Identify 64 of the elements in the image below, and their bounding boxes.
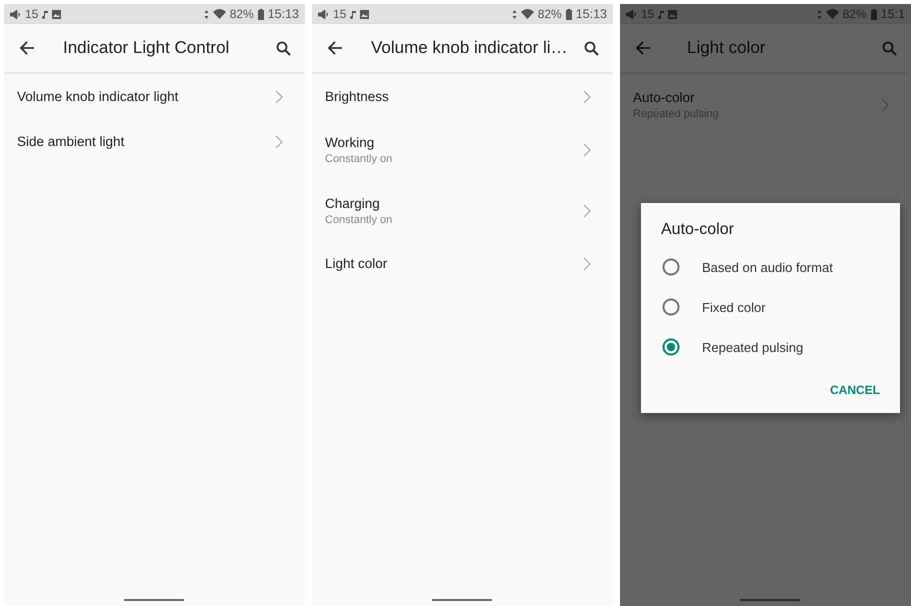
settings-item[interactable]: Charging Constantly on xyxy=(312,180,613,241)
settings-item[interactable]: Light color xyxy=(312,241,613,286)
chevron-right-icon xyxy=(583,142,591,156)
data-arrows-icon xyxy=(204,10,209,18)
speaker-icon xyxy=(626,10,637,18)
speaker-icon xyxy=(10,10,21,18)
item-title: Light color xyxy=(325,256,388,271)
settings-item[interactable]: Side ambient light xyxy=(4,119,305,164)
image-icon xyxy=(52,10,62,18)
music-note-icon xyxy=(658,10,664,18)
chevron-right-icon xyxy=(583,256,591,270)
settings-item[interactable]: Brightness xyxy=(312,74,613,119)
radio-button[interactable] xyxy=(662,298,680,316)
chevron-right-icon xyxy=(583,204,591,218)
battery-icon xyxy=(258,8,264,20)
screen-title: Volume knob indicator li… xyxy=(371,38,569,58)
clock-time: 15:1 xyxy=(880,7,905,21)
item-subtitle: Constantly on xyxy=(325,214,394,226)
item-title: Charging xyxy=(325,196,381,210)
image-icon xyxy=(668,10,678,18)
screen-title: Indicator Light Control xyxy=(63,38,230,58)
battery-percent: 82% xyxy=(842,7,867,21)
speaker-icon xyxy=(318,10,329,18)
item-title: Working xyxy=(325,134,376,150)
battery-icon xyxy=(870,8,877,20)
search-icon[interactable] xyxy=(276,40,291,56)
clock-time: 15:13 xyxy=(576,7,607,21)
data-arrows-icon xyxy=(816,10,822,18)
back-arrow-icon[interactable] xyxy=(327,40,343,56)
item-title: Brightness xyxy=(325,89,390,104)
chevron-right-icon xyxy=(881,98,889,112)
battery-icon xyxy=(566,8,572,20)
image-icon xyxy=(360,10,370,18)
chevron-right-icon xyxy=(583,90,591,104)
data-arrows-icon xyxy=(512,10,517,18)
volume-level: 15 xyxy=(333,7,346,21)
battery-percent: 82% xyxy=(538,7,562,21)
chevron-right-icon xyxy=(275,90,283,104)
option-label[interactable]: Repeated pulsing xyxy=(702,340,804,354)
wifi-icon xyxy=(826,9,839,19)
option-label[interactable]: Based on audio format xyxy=(702,260,833,274)
radio-button[interactable] xyxy=(662,258,680,276)
volume-level: 15 xyxy=(25,7,38,21)
option-label[interactable]: Fixed color xyxy=(702,300,766,314)
item-subtitle: Constantly on xyxy=(325,152,394,164)
screen-title: Light color xyxy=(687,38,766,58)
wifi-icon xyxy=(520,9,534,19)
settings-item[interactable]: Working Constantly on xyxy=(312,119,613,180)
radio-button[interactable] xyxy=(662,338,680,356)
cancel-button[interactable]: CANCEL xyxy=(822,377,888,403)
chevron-right-icon xyxy=(275,134,283,148)
search-icon[interactable] xyxy=(584,40,599,56)
wifi-icon xyxy=(212,9,226,19)
volume-level: 15 xyxy=(641,7,654,21)
dialog-title: Auto-color xyxy=(660,221,735,239)
battery-percent: 82% xyxy=(230,7,254,21)
music-note-icon xyxy=(42,10,48,18)
settings-item[interactable]: Volume knob indicator light xyxy=(4,74,305,119)
clock-time: 15:13 xyxy=(268,7,299,21)
item-title: Volume knob indicator light xyxy=(17,89,180,104)
item-title: Side ambient light xyxy=(17,134,126,149)
item-title: Auto-color xyxy=(633,90,696,104)
music-note-icon xyxy=(350,10,356,18)
back-arrow-icon[interactable] xyxy=(19,40,35,56)
